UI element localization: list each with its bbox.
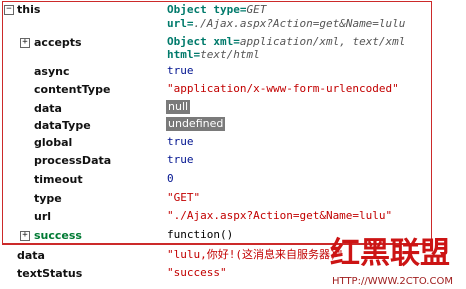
prop-data-key[interactable]: data xyxy=(34,100,62,117)
prop-accepts-key[interactable]: accepts xyxy=(34,34,82,51)
prop-global-key[interactable]: global xyxy=(34,134,72,151)
prop-processdata-key[interactable]: processData xyxy=(34,152,111,169)
expand-accepts-toggle[interactable] xyxy=(20,38,30,48)
this-summary-line2: url=./Ajax.aspx?Action=get&Name=lulu xyxy=(167,15,405,32)
prop-timeout-key[interactable]: timeout xyxy=(34,171,83,188)
prop-type-value: "GET" xyxy=(167,191,201,204)
prop-data-value-wrap: null xyxy=(166,98,191,115)
accepts-html-label: html= xyxy=(167,48,201,61)
accepts-summary-line2: html=text/html xyxy=(167,46,260,63)
prop-data-null-badge: null xyxy=(166,100,191,114)
prop-async-value: true xyxy=(167,64,194,77)
var-textstatus-key[interactable]: textStatus xyxy=(17,265,82,282)
prop-contenttype-key[interactable]: contentType xyxy=(34,81,110,98)
this-url-label: url= xyxy=(167,17,194,30)
prop-processdata-value: true xyxy=(167,153,194,166)
prop-success-value: function() xyxy=(167,228,234,241)
prop-async-key[interactable]: async xyxy=(34,63,70,80)
prop-timeout-value: 0 xyxy=(167,172,174,185)
this-url-value: ./Ajax.aspx?Action=get&Name=lulu xyxy=(193,17,406,30)
prop-url-value: "./Ajax.aspx?Action=get&Name=lulu" xyxy=(167,209,393,222)
prop-url-key[interactable]: url xyxy=(34,208,51,225)
prop-datatype-undefined-badge: undefined xyxy=(166,117,226,131)
prop-datatype-key[interactable]: dataType xyxy=(34,117,91,134)
var-data-key[interactable]: data xyxy=(17,247,45,264)
watermark-text: 红黑联盟 xyxy=(330,236,450,271)
watermark-url: HTTP://WWW.2CTO.COM xyxy=(332,276,453,287)
var-textstatus-value: "success" xyxy=(167,266,227,279)
prop-global-value: true xyxy=(167,135,194,148)
prop-contenttype-value: "application/x-www-form-urlencoded" xyxy=(167,82,399,95)
prop-type-key[interactable]: type xyxy=(34,190,62,207)
prop-success-key[interactable]: success xyxy=(34,227,82,244)
this-label[interactable]: this xyxy=(17,1,40,18)
var-data-value: "lulu,你好!(这消息来自服务器)" xyxy=(167,248,344,261)
prop-datatype-value-wrap: undefined xyxy=(166,115,226,132)
accepts-html-value: text/html xyxy=(200,48,260,61)
expand-success-toggle[interactable] xyxy=(20,231,30,241)
collapse-this-toggle[interactable] xyxy=(4,5,14,15)
accepts-xml-value: application/xml, text/xml xyxy=(239,35,406,48)
site-watermark: 红黑联盟 HTTP://WWW.2CTO.COM xyxy=(330,228,466,289)
